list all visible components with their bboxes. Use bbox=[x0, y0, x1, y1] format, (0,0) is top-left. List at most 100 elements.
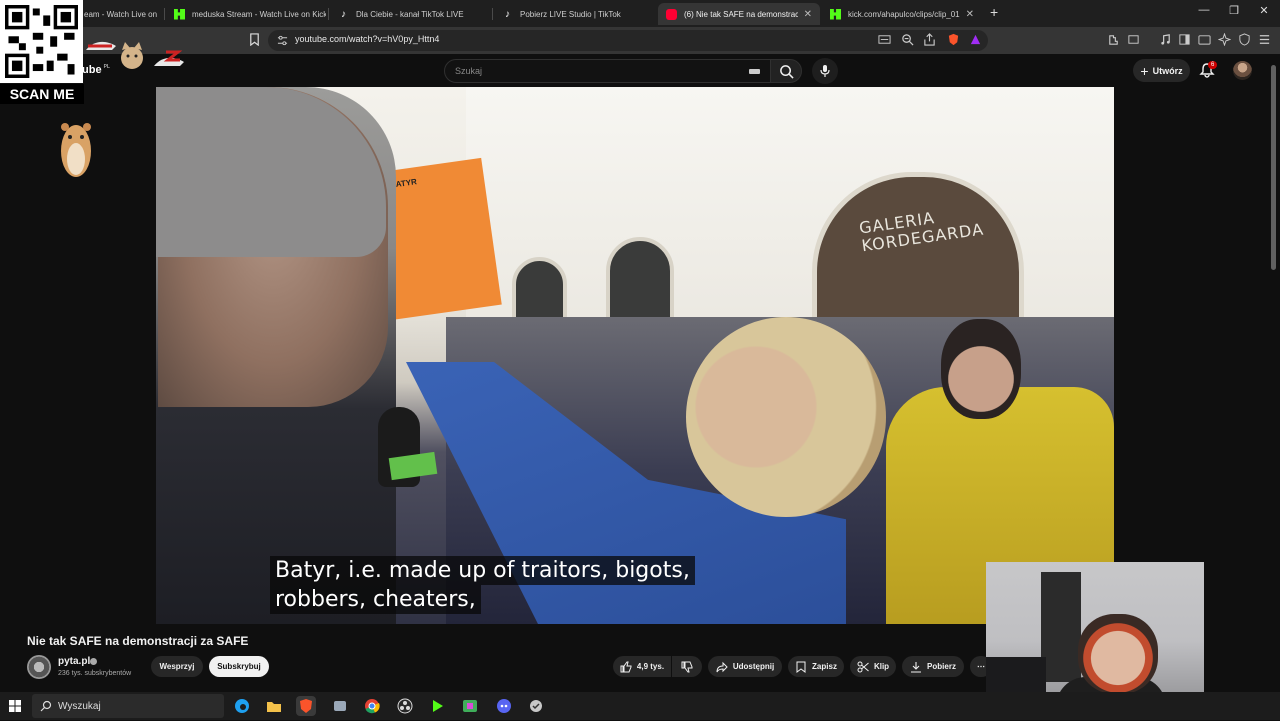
video-subtitles: Batyr, i.e. made up of traitors, bigots,… bbox=[270, 556, 695, 614]
dislike-button[interactable] bbox=[672, 656, 702, 677]
taskbar-search[interactable]: Wyszukaj bbox=[32, 694, 224, 718]
keyboard-icon[interactable] bbox=[749, 69, 760, 74]
subscriber-count: 236 tys. subskrybentów bbox=[58, 670, 132, 677]
search-input[interactable]: Szukaj bbox=[444, 59, 771, 83]
page-scrollbar[interactable] bbox=[1271, 65, 1276, 270]
taskbar-app[interactable] bbox=[526, 696, 546, 716]
app-icon bbox=[530, 700, 542, 712]
search-icon bbox=[780, 65, 794, 79]
support-label: Wesprzyj bbox=[159, 662, 195, 671]
url-text: youtube.com/watch?v=hV0py_Httn4 bbox=[295, 34, 440, 44]
save-button[interactable]: Zapisz bbox=[788, 656, 844, 677]
close-tab-icon[interactable]: ✕ bbox=[960, 9, 974, 20]
screenshot-icon[interactable] bbox=[1127, 33, 1140, 46]
share-label: Udostępnij bbox=[732, 662, 775, 671]
brave-shields-icon[interactable] bbox=[947, 33, 960, 46]
leo-ai-icon[interactable] bbox=[1218, 33, 1231, 46]
discord-icon bbox=[497, 699, 511, 713]
search-button[interactable] bbox=[770, 59, 802, 83]
create-label: Utwórz bbox=[1152, 65, 1183, 76]
taskbar-chrome-app[interactable] bbox=[362, 696, 382, 716]
brave-icon bbox=[300, 699, 312, 713]
download-icon bbox=[911, 661, 922, 673]
taskbar-brave-app[interactable] bbox=[296, 696, 316, 716]
bookmark-icon[interactable] bbox=[248, 33, 261, 46]
like-button[interactable]: 4,9 tys. bbox=[613, 656, 671, 677]
taskbar-edge-app[interactable] bbox=[232, 696, 252, 716]
sidebar-icon[interactable] bbox=[1178, 33, 1191, 46]
reader-mode-icon[interactable] bbox=[878, 33, 891, 46]
obs-icon bbox=[397, 698, 413, 714]
taskbar-app[interactable] bbox=[330, 696, 350, 716]
browser-tab[interactable]: ♪ Dla Ciebie - kanał TikTok LIVE bbox=[330, 3, 490, 25]
wallet-icon[interactable] bbox=[1198, 33, 1211, 46]
taskbar-app[interactable] bbox=[460, 696, 480, 716]
save-icon bbox=[796, 661, 806, 673]
taskbar-discord-app[interactable] bbox=[494, 696, 514, 716]
browser-tab-active[interactable]: (6) Nie tak SAFE na demonstracji ✕ bbox=[658, 3, 820, 25]
taskbar-explorer-app[interactable] bbox=[264, 696, 284, 716]
windows-start-icon[interactable] bbox=[9, 700, 21, 712]
search-placeholder: Szukaj bbox=[455, 66, 483, 76]
share-page-icon[interactable] bbox=[923, 33, 936, 46]
subscribe-button[interactable]: Subskrybuj bbox=[209, 656, 269, 677]
browser-tab[interactable]: kick.com/ahapulco/clips/clip_01KKY6 ✕ bbox=[822, 3, 982, 25]
video-title: Nie tak SAFE na demonstracji za SAFE bbox=[27, 634, 249, 648]
browser-tab[interactable]: meduska Stream - Watch Live on Kick bbox=[166, 3, 326, 25]
clip-label: Klip bbox=[873, 662, 890, 671]
browser-tab-strip: eam - Watch Live on meduska Stream - Wat… bbox=[0, 0, 1280, 27]
cat-sticker-icon bbox=[121, 42, 143, 69]
kick-icon bbox=[830, 8, 841, 20]
kick-icon bbox=[433, 700, 443, 712]
edge-icon bbox=[235, 699, 249, 713]
subscribe-label: Subskrybuj bbox=[217, 662, 261, 671]
youtube-logo[interactable]: ube PL bbox=[82, 64, 110, 76]
kick-icon bbox=[174, 8, 185, 20]
tiktok-icon: ♪ bbox=[341, 8, 346, 20]
clip-button[interactable]: Klip bbox=[850, 656, 896, 677]
voice-search-button[interactable] bbox=[812, 58, 838, 84]
video-frame-reporter bbox=[156, 87, 396, 624]
hamster-sticker-icon bbox=[61, 123, 91, 177]
minimize-button[interactable]: — bbox=[1189, 4, 1219, 16]
create-button[interactable]: + Utwórz bbox=[1133, 59, 1190, 82]
channel-avatar[interactable] bbox=[27, 655, 51, 679]
site-settings-icon[interactable] bbox=[277, 35, 288, 46]
share-button[interactable]: Udostępnij bbox=[708, 656, 782, 677]
restore-button[interactable]: ❐ bbox=[1219, 4, 1249, 17]
close-window-button[interactable]: ✕ bbox=[1249, 4, 1279, 17]
browser-toolbar: youtube.com/watch?v=hV0py_Httn4 bbox=[0, 27, 1280, 54]
thumbs-up-icon bbox=[620, 661, 632, 672]
download-button[interactable]: Pobierz bbox=[902, 656, 964, 677]
logo-country: PL bbox=[103, 64, 110, 71]
browser-tab[interactable]: eam - Watch Live on bbox=[76, 3, 162, 25]
taskbar-kick-app[interactable] bbox=[428, 696, 448, 716]
user-avatar[interactable] bbox=[1233, 61, 1252, 80]
tab-label: kick.com/ahapulco/clips/clip_01KKY6 bbox=[848, 9, 960, 19]
qr-code bbox=[0, 0, 83, 83]
taskbar-search-label: Wyszukaj bbox=[58, 701, 101, 712]
support-button[interactable]: Wesprzyj bbox=[151, 656, 203, 677]
vpn-shield-icon[interactable] bbox=[1238, 33, 1251, 46]
extensions-icon[interactable] bbox=[1107, 33, 1120, 46]
zoom-icon[interactable] bbox=[901, 33, 914, 46]
youtube-icon bbox=[666, 8, 677, 20]
close-tab-icon[interactable]: ✕ bbox=[798, 9, 812, 20]
verified-badge-icon bbox=[90, 658, 97, 665]
menu-icon[interactable] bbox=[1258, 33, 1271, 46]
scissors-icon bbox=[857, 661, 869, 672]
media-icon[interactable] bbox=[1159, 33, 1172, 46]
channel-name[interactable]: pyta.pl bbox=[58, 656, 90, 667]
qr-code-icon bbox=[5, 5, 78, 78]
taskbar-app[interactable] bbox=[395, 696, 415, 716]
video-player[interactable]: GALERIA KORDEGARDA BATYR bbox=[156, 87, 1114, 624]
webcam-frame-streamer bbox=[1078, 614, 1158, 694]
subtitle-line: Batyr, i.e. made up of traitors, bigots, bbox=[270, 556, 695, 585]
brave-rewards-icon[interactable] bbox=[969, 33, 982, 46]
new-tab-button[interactable]: + bbox=[990, 4, 998, 20]
folder-icon bbox=[267, 702, 281, 712]
more-icon: ⋯ bbox=[977, 662, 985, 671]
scan-me-label: SCAN ME bbox=[0, 84, 84, 104]
download-label: Pobierz bbox=[927, 662, 956, 671]
browser-tab[interactable]: ♪ Pobierz LIVE Studio | TikTok bbox=[494, 3, 654, 25]
